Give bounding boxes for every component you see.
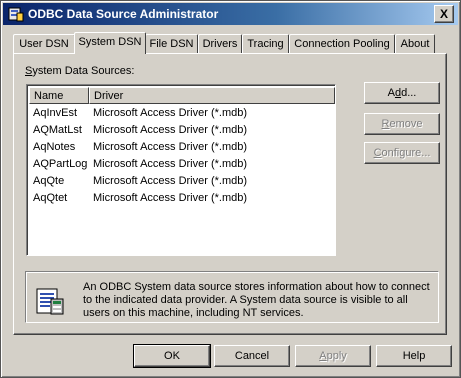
dsn-name: AqQte xyxy=(33,175,65,187)
tab-connection-pooling[interactable]: Connection Pooling xyxy=(289,34,395,53)
table-row[interactable]: AQPartLog Microsoft Access Driver (*.mdb… xyxy=(29,156,335,173)
data-source-info-icon xyxy=(36,288,64,315)
apply-button[interactable]: Apply xyxy=(295,345,371,367)
tab-drivers[interactable]: Drivers xyxy=(198,34,242,53)
cancel-button[interactable]: Cancel xyxy=(214,345,290,367)
dsn-name: AqInvEst xyxy=(33,107,78,119)
odbc-admin-window: ODBC Data Source Administrator X User DS… xyxy=(0,0,461,378)
tab-about[interactable]: About xyxy=(395,34,435,53)
close-button[interactable]: X xyxy=(434,5,454,23)
ok-button[interactable]: OK xyxy=(133,344,211,368)
table-row[interactable]: AQMatLst Microsoft Access Driver (*.mdb) xyxy=(29,122,335,139)
dsn-driver: Microsoft Access Driver (*.mdb) xyxy=(93,141,248,153)
tab-user-dsn[interactable]: User DSN xyxy=(13,34,75,53)
dsn-name: AqQtet xyxy=(33,192,68,204)
odbc-app-icon xyxy=(8,7,24,22)
tab-system-dsn[interactable]: System DSN xyxy=(74,32,146,54)
dsn-driver: Microsoft Access Driver (*.mdb) xyxy=(93,175,248,187)
table-row[interactable]: AqInvEst Microsoft Access Driver (*.mdb) xyxy=(29,105,335,122)
dsn-driver: Microsoft Access Driver (*.mdb) xyxy=(93,124,248,136)
dsn-name: AQMatLst xyxy=(33,124,82,136)
system-data-sources-label: System Data Sources: xyxy=(25,65,135,77)
window-title: ODBC Data Source Administrator xyxy=(28,7,219,21)
tab-file-dsn[interactable]: File DSN xyxy=(145,34,198,53)
configure-button[interactable]: Configure... xyxy=(364,142,440,164)
dsn-driver: Microsoft Access Driver (*.mdb) xyxy=(93,158,248,170)
dsn-name: AqNotes xyxy=(33,141,76,153)
dsn-driver: Microsoft Access Driver (*.mdb) xyxy=(93,107,248,119)
add-button[interactable]: Add... xyxy=(364,82,440,104)
title-bar[interactable]: ODBC Data Source Administrator X xyxy=(3,3,458,25)
dsn-driver: Microsoft Access Driver (*.mdb) xyxy=(93,192,248,204)
close-icon: X xyxy=(439,7,448,21)
column-header-name[interactable]: Name xyxy=(29,87,89,104)
table-row[interactable]: AqQte Microsoft Access Driver (*.mdb) xyxy=(29,173,335,190)
table-row[interactable]: AqNotes Microsoft Access Driver (*.mdb) xyxy=(29,139,335,156)
help-button[interactable]: Help xyxy=(376,345,452,367)
column-header-driver[interactable]: Driver xyxy=(89,87,335,104)
info-description: An ODBC System data source stores inform… xyxy=(83,281,430,319)
dsn-name: AQPartLog xyxy=(33,158,88,170)
remove-button[interactable]: Remove xyxy=(364,113,440,135)
system-data-sources-list[interactable]: Name Driver AqInvEst Microsoft Access Dr… xyxy=(26,84,336,256)
tab-tracing[interactable]: Tracing xyxy=(242,34,289,53)
table-row[interactable]: AqQtet Microsoft Access Driver (*.mdb) xyxy=(29,190,335,207)
list-header: Name Driver xyxy=(29,87,335,104)
